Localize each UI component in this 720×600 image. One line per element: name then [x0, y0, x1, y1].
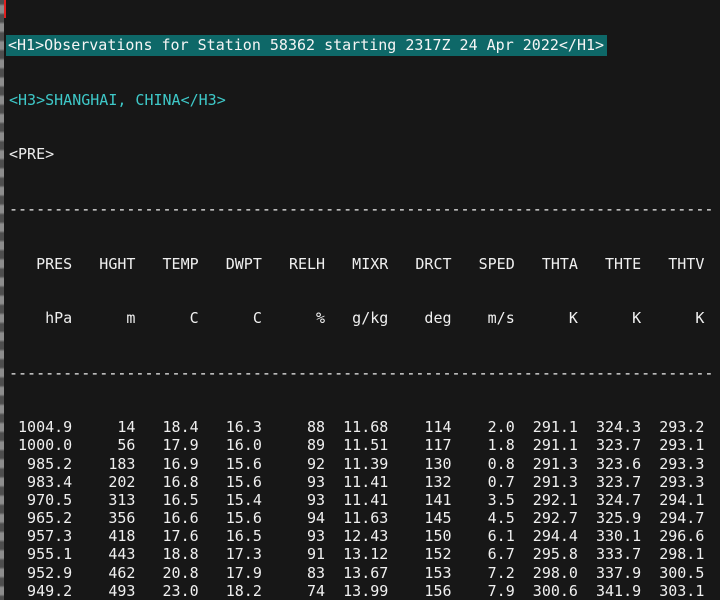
separator-top: ----------------------------------------…: [9, 200, 713, 218]
table-row: 949.2 493 23.0 18.2 74 13.99 156 7.9 300…: [9, 582, 713, 600]
h3-source-line: <H3>SHANGHAI, CHINA</H3>: [9, 91, 713, 109]
table-row: 970.5 313 16.5 15.4 93 11.41 141 3.5 292…: [9, 491, 713, 509]
sounding-data-rows: 1004.9 14 18.4 16.3 88 11.68 114 2.0 291…: [9, 418, 713, 600]
table-row: 965.2 356 16.6 15.6 94 11.63 145 4.5 292…: [9, 509, 713, 527]
table-row: 1004.9 14 18.4 16.3 88 11.68 114 2.0 291…: [9, 418, 713, 436]
table-row: 957.3 418 17.6 16.5 93 12.43 150 6.1 294…: [9, 527, 713, 545]
table-row: 985.2 183 16.9 15.6 92 11.39 130 0.8 291…: [9, 455, 713, 473]
separator-mid: ----------------------------------------…: [9, 364, 713, 382]
table-row: 1000.0 56 17.9 16.0 89 11.51 117 1.8 291…: [9, 436, 713, 454]
terminal-screen: <H1>Observations for Station 58362 start…: [0, 0, 720, 600]
table-row: 952.9 462 20.8 17.9 83 13.67 153 7.2 298…: [9, 564, 713, 582]
left-gutter-strip: [0, 0, 4, 600]
h1-source-line: <H1>Observations for Station 58362 start…: [9, 36, 713, 54]
text-cursor: [4, 0, 6, 18]
column-header-row: PRES HGHT TEMP DWPT RELH MIXR DRCT SPED …: [9, 255, 713, 273]
unit-header-row: hPa m C C % g/kg deg m/s K K K: [9, 309, 713, 327]
pre-tag-line: <PRE>: [9, 145, 713, 163]
h1-selection-highlight: <H1>Observations for Station 58362 start…: [6, 35, 607, 56]
sounding-report: <H1>Observations for Station 58362 start…: [9, 0, 713, 600]
table-row: 955.1 443 18.8 17.3 91 13.12 152 6.7 295…: [9, 545, 713, 563]
table-row: 983.4 202 16.8 15.6 93 11.41 132 0.7 291…: [9, 473, 713, 491]
